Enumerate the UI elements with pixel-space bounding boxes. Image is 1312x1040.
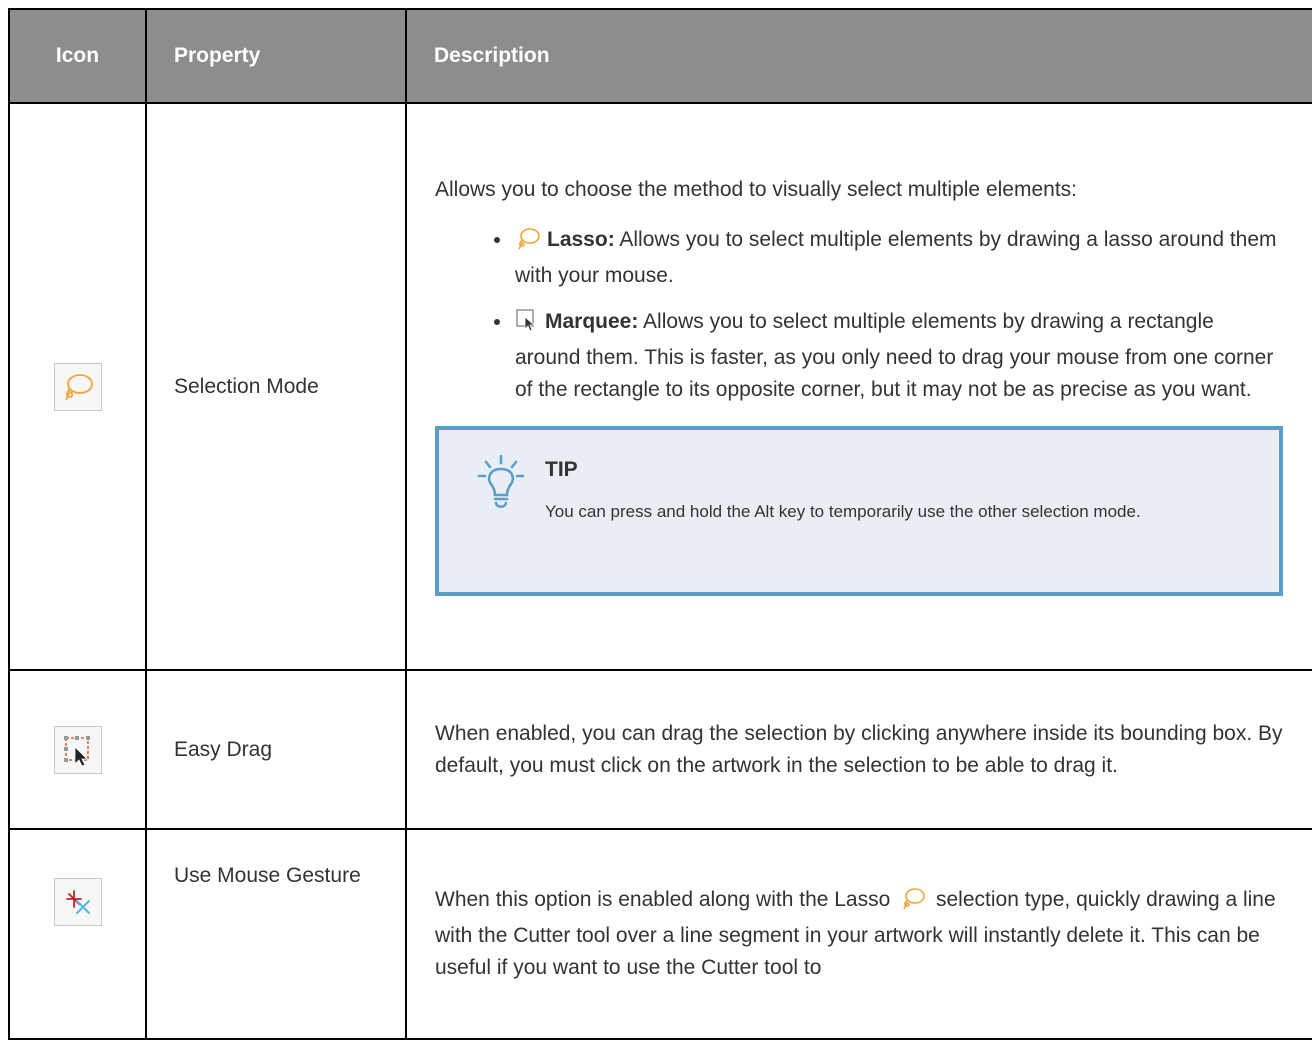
icon-cell bbox=[8, 828, 147, 1040]
description-cell: Allows you to choose the method to visua… bbox=[405, 102, 1312, 671]
tip-title: TIP bbox=[545, 457, 578, 481]
icon-cell bbox=[8, 102, 147, 671]
description-intro: Allows you to choose the method to visua… bbox=[435, 177, 1077, 201]
header-icon: Icon bbox=[8, 8, 147, 104]
lasso-icon bbox=[515, 226, 541, 260]
option-text: Allows you to select multiple elements b… bbox=[515, 227, 1277, 287]
description-text: When this option is enabled along with t… bbox=[435, 884, 1283, 984]
option-term: Lasso: bbox=[547, 227, 615, 251]
property-name: Selection Mode bbox=[145, 102, 407, 671]
tip-text: You can press and hold the Alt key to te… bbox=[545, 501, 1141, 521]
marquee-icon bbox=[515, 308, 539, 342]
option-term: Marquee: bbox=[545, 309, 639, 333]
header-property: Property bbox=[145, 8, 407, 104]
description-cell: When enabled, you can drag the selection… bbox=[405, 669, 1312, 830]
icon-cell bbox=[8, 669, 147, 830]
properties-table: Icon Property Description Selection Mode… bbox=[8, 8, 1312, 1040]
description-cell: When this option is enabled along with t… bbox=[405, 828, 1312, 1040]
table-row: Easy Drag When enabled, you can drag the… bbox=[8, 669, 1312, 830]
lasso-icon bbox=[900, 886, 926, 920]
options-list: Lasso: Allows you to select multiple ele… bbox=[435, 224, 1283, 406]
tip-box: TIP You can press and hold the Alt key t… bbox=[435, 425, 1283, 596]
lightbulb-icon bbox=[477, 454, 525, 524]
list-item: Marquee: Allows you to select multiple e… bbox=[513, 306, 1283, 406]
table-row: Use Mouse Gesture When this option is en… bbox=[8, 828, 1312, 1040]
property-name: Easy Drag bbox=[145, 669, 407, 830]
list-item: Lasso: Allows you to select multiple ele… bbox=[513, 224, 1283, 292]
property-name: Use Mouse Gesture bbox=[145, 828, 407, 1040]
table-header-row: Icon Property Description bbox=[8, 8, 1312, 104]
mouse-gesture-icon bbox=[53, 878, 102, 926]
lasso-icon bbox=[53, 362, 102, 411]
header-description: Description bbox=[405, 8, 1312, 104]
description-before: When this option is enabled along with t… bbox=[435, 888, 891, 911]
easy-drag-icon bbox=[53, 725, 102, 774]
description-text: When enabled, you can drag the selection… bbox=[435, 721, 1283, 777]
table-row: Selection Mode Allows you to choose the … bbox=[8, 102, 1312, 671]
